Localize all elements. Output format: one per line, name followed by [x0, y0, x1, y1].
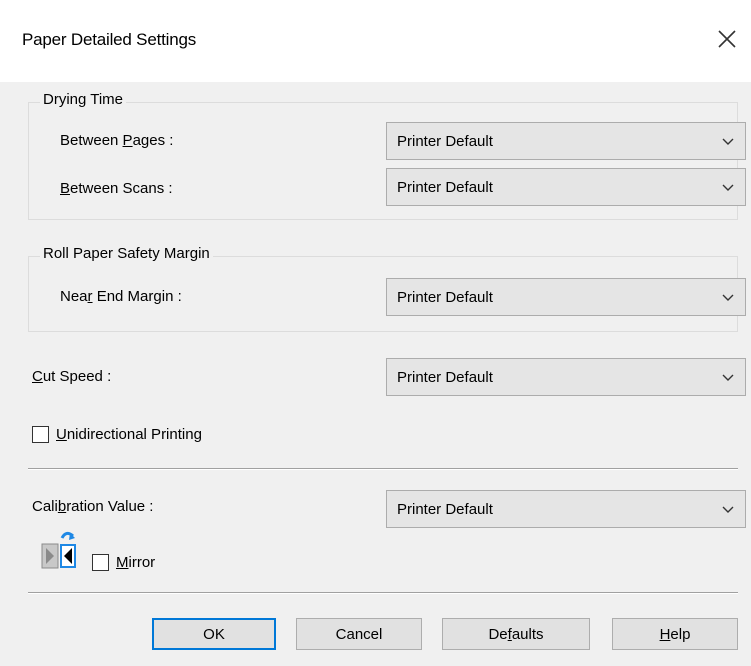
defaults-button[interactable]: De f aults [442, 618, 590, 650]
cut-speed-label: Cut Speed : [32, 368, 112, 385]
cut-speed-value: Printer Default [397, 369, 493, 386]
chevron-down-icon [722, 374, 734, 381]
roll-paper-group-label: Roll Paper Safety Margin [40, 245, 213, 262]
chevron-down-icon [722, 138, 734, 145]
unidirectional-printing-checkbox[interactable] [32, 426, 49, 443]
calibration-value-label: Calibration Value : [32, 498, 154, 515]
between-pages-label: Between Pages : [60, 132, 174, 149]
title-bar: Paper Detailed Settings [0, 0, 751, 82]
mirror-label[interactable]: Mirror [116, 554, 155, 571]
between-scans-label: Between Scans : [60, 180, 173, 197]
mirror-checkbox[interactable] [92, 554, 109, 571]
help-button[interactable]: Help [612, 618, 738, 650]
between-scans-value: Printer Default [397, 179, 493, 196]
near-end-margin-label: Near End Margin : [60, 288, 182, 305]
calibration-value-select[interactable]: Printer Default [386, 490, 746, 528]
cancel-button[interactable]: Cancel [296, 618, 422, 650]
cut-speed-select[interactable]: Printer Default [386, 358, 746, 396]
chevron-down-icon [722, 184, 734, 191]
window-title: Paper Detailed Settings [22, 30, 197, 49]
between-scans-select[interactable]: Printer Default [386, 168, 746, 206]
near-end-margin-value: Printer Default [397, 289, 493, 306]
separator [28, 592, 738, 594]
unidirectional-printing-label[interactable]: Unidirectional Printing [56, 426, 202, 443]
chevron-down-icon [722, 294, 734, 301]
between-pages-value: Printer Default [397, 133, 493, 150]
drying-time-group-label: Drying Time [40, 91, 127, 108]
close-icon[interactable] [714, 26, 740, 52]
between-pages-select[interactable]: Printer Default [386, 122, 746, 160]
separator [28, 468, 738, 470]
chevron-down-icon [722, 506, 734, 513]
calibration-value-value: Printer Default [397, 501, 493, 518]
ok-button[interactable]: OK [152, 618, 276, 650]
mirror-icon [41, 531, 76, 569]
dialog-client: Drying Time Between Pages : Printer Defa… [0, 82, 751, 666]
near-end-margin-select[interactable]: Printer Default [386, 278, 746, 316]
